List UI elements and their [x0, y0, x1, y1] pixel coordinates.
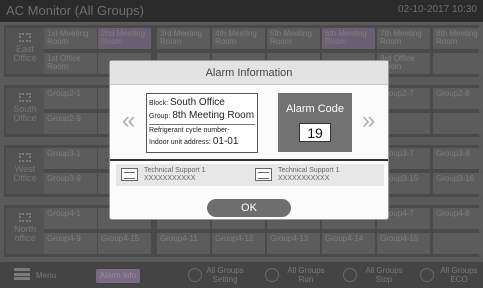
group-cell[interactable]: Group4-15 [98, 233, 151, 254]
group-cell[interactable]: 1st Office Room [44, 53, 97, 74]
group-cell[interactable]: 8th Meeting Room [433, 28, 483, 49]
section-label-text: East Office [13, 44, 37, 63]
indoor-label: Indoor unit address: [149, 139, 211, 146]
support-phone: XXXXXXXXXXX [278, 175, 330, 182]
grid-icon [19, 213, 31, 222]
group-label: Group: [149, 113, 171, 120]
indoor-row: Indoor unit address: 01-01 [149, 136, 255, 147]
indoor-value: 01-01 [212, 136, 239, 147]
all-groups-setting-button[interactable]: All Groups Setting [188, 266, 250, 284]
group-cell[interactable]: Group3-16 [433, 173, 483, 194]
section-label-text: South Office [13, 104, 37, 123]
support-contact: Technical Support 1 XXXXXXXXXXX [116, 164, 250, 186]
group-cell[interactable] [433, 53, 483, 74]
eco-icon [420, 268, 434, 282]
section-label-text: West Office [13, 164, 37, 183]
alarm-code-label: Alarm Code [285, 103, 345, 115]
menu-label: Menu [36, 271, 57, 280]
document-icon [121, 168, 138, 181]
group-cell[interactable]: Group3-1 [44, 148, 97, 169]
group-cell[interactable]: Group4-8 [433, 208, 483, 229]
alarm-info-button[interactable]: Alarm Info [96, 269, 140, 283]
menu-icon[interactable] [14, 268, 30, 280]
support-contact: Technical Support 1 XXXXXXXXXXX [250, 164, 384, 186]
all-groups-eco-button[interactable]: All Groups ECO [420, 266, 482, 284]
support-phone: XXXXXXXXXXX [144, 175, 196, 182]
document-icon [255, 168, 272, 181]
group-cell[interactable]: Group4-9 [44, 233, 97, 254]
run-icon [265, 268, 279, 282]
grid-icon [19, 153, 31, 162]
group-cell[interactable]: 4th Meeting Room [212, 28, 265, 49]
group-cell[interactable]: 3rd Meeting Room [157, 28, 210, 49]
group-cell[interactable]: 1st Meeting Room [44, 28, 97, 49]
next-arrow-icon[interactable]: » [362, 109, 375, 133]
alarm-location-box: Block: South Office Group: 8th Meeting R… [146, 93, 258, 153]
block-row: Block: South Office [149, 97, 255, 108]
group-row: Group: 8th Meeting Room [149, 110, 255, 121]
all-groups-stop-button[interactable]: All Groups Stop [343, 266, 409, 284]
refrigerant-label: Refrigerant cycle number- [149, 127, 230, 134]
group-cell[interactable]: 7th Meeting Room [377, 28, 430, 49]
group-cell[interactable]: Group2-9 [44, 113, 97, 134]
section-label[interactable]: South Office [6, 88, 44, 134]
group-cell[interactable]: Group4-13 [267, 233, 320, 254]
group-cell[interactable] [433, 233, 483, 254]
support-name: Technical Support 1 [144, 167, 206, 174]
block-value: South Office [170, 97, 225, 108]
bottom-bar: Menu All Groups Setting All Groups Run A… [0, 262, 483, 288]
group-cell[interactable] [433, 113, 483, 134]
group-cell[interactable]: 2nd Meeting Room [98, 28, 151, 49]
previous-arrow-icon[interactable]: « [122, 109, 135, 133]
group-cell[interactable]: Group4-14 [322, 233, 375, 254]
divider-line [110, 159, 388, 161]
group-cell[interactable]: Group4-12 [212, 233, 265, 254]
all-groups-run-button[interactable]: All Groups Run [265, 266, 331, 284]
title-bar: AC Monitor (All Groups) 02-10-2017 10:30 [0, 0, 483, 22]
block-label: Block: [149, 100, 169, 107]
group-cell[interactable]: Group2-1 [44, 88, 97, 109]
group-cell[interactable]: Group3-8 [433, 148, 483, 169]
alarm-information-dialog: Alarm Information « » Block: South Offic… [109, 60, 389, 220]
group-cell[interactable]: Group4-1 [44, 208, 97, 229]
app-title: AC Monitor (All Groups) [6, 3, 144, 18]
group-cell[interactable]: Group2-8 [433, 88, 483, 109]
group-cell[interactable]: Group4-11 [157, 233, 210, 254]
alarm-code-box: Alarm Code 19 [278, 93, 352, 152]
datetime: 02-10-2017 10:30 [398, 4, 477, 15]
grid-icon [19, 33, 31, 42]
ok-button[interactable]: OK [207, 199, 291, 217]
group-cell[interactable]: Group4-15 [377, 233, 430, 254]
section-label-text: North office [13, 224, 36, 243]
setting-icon [188, 268, 202, 282]
grid-icon [19, 93, 31, 102]
section-label[interactable]: East Office [6, 28, 44, 74]
support-name: Technical Support 1 [278, 167, 340, 174]
group-value: 8th Meeting Room [172, 110, 255, 121]
alarm-code-value: 19 [299, 123, 331, 142]
section-label[interactable]: North office [6, 208, 44, 254]
dialog-title: Alarm Information [110, 61, 388, 85]
group-cell[interactable]: Group3-9 [44, 173, 97, 194]
section-label[interactable]: West Office [6, 148, 44, 194]
divider [149, 124, 255, 125]
group-cell[interactable]: 5th Meeting Room [267, 28, 320, 49]
stop-icon [343, 268, 357, 282]
group-cell[interactable]: 6th Meeting Room [322, 28, 375, 49]
